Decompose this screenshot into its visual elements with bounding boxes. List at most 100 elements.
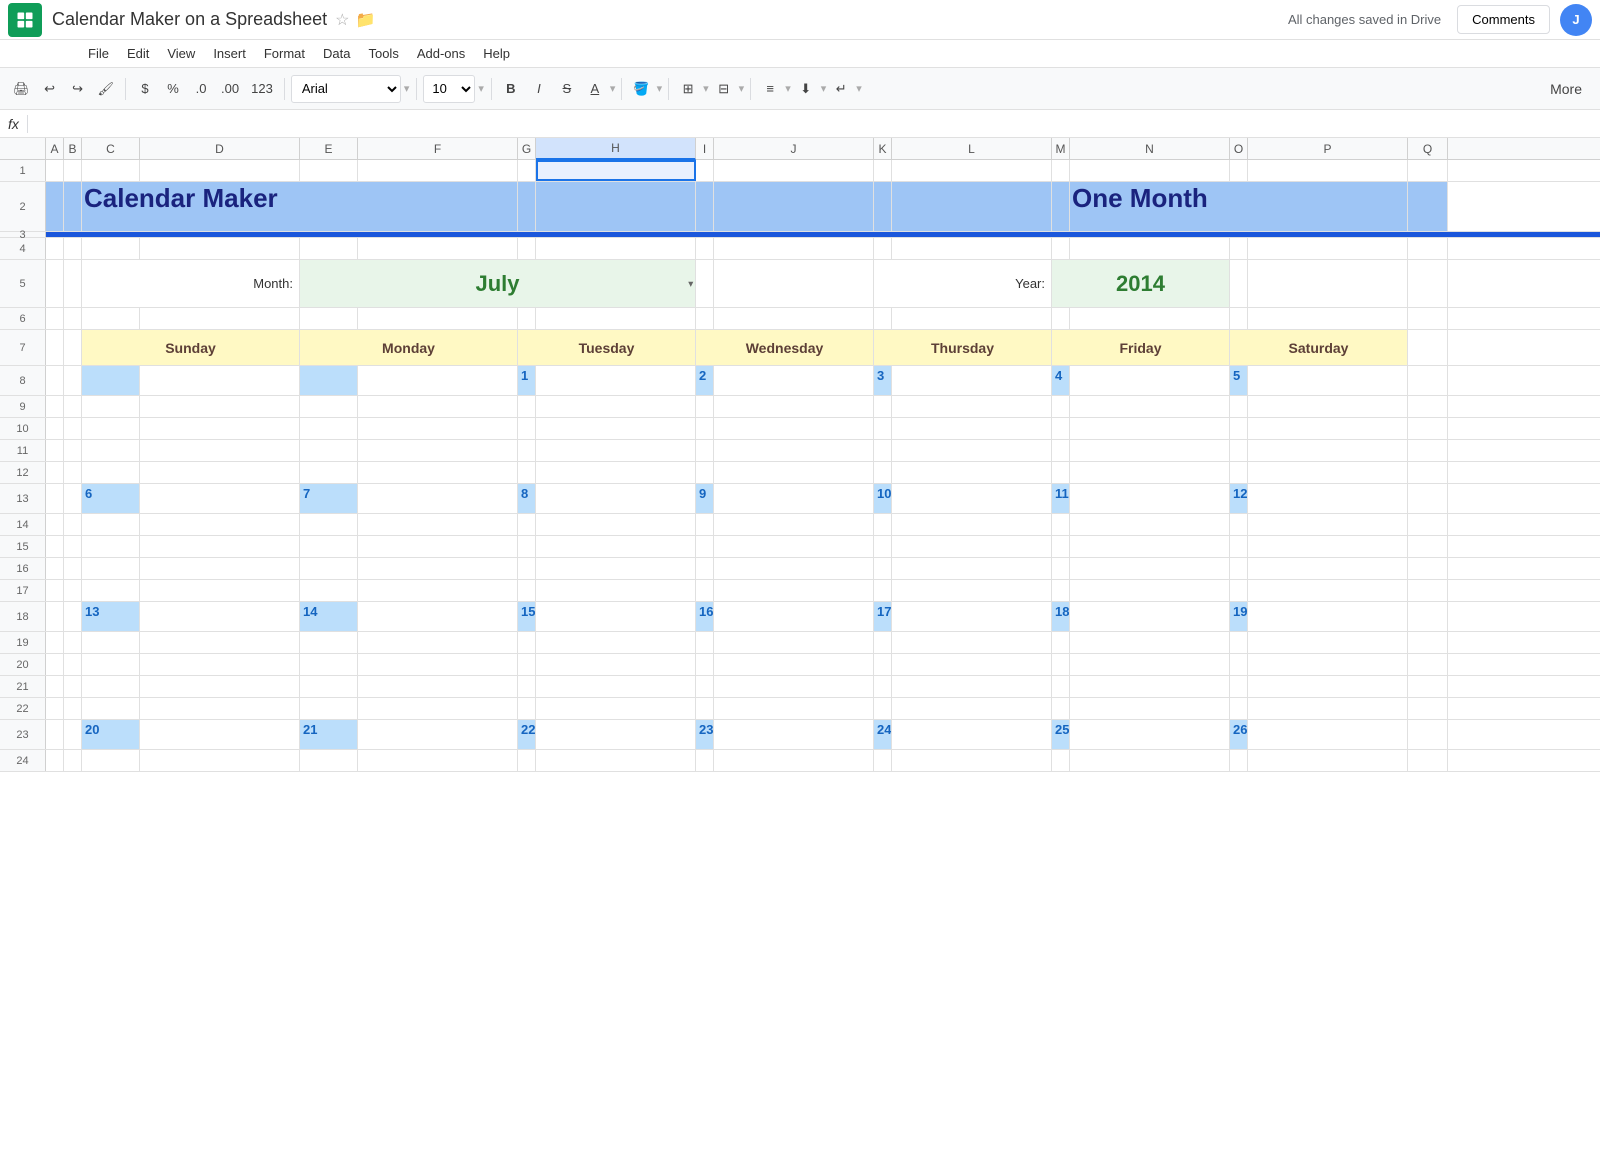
w2-tue-16[interactable] bbox=[518, 558, 536, 579]
menu-format[interactable]: Format bbox=[256, 42, 313, 65]
w1-mon-10[interactable] bbox=[300, 418, 358, 439]
w3-wed-20b[interactable] bbox=[714, 654, 874, 675]
week4-wed-body[interactable] bbox=[714, 720, 874, 749]
w3-wed-22[interactable] bbox=[696, 698, 714, 719]
cell-b8[interactable] bbox=[64, 366, 82, 395]
cell-l1[interactable] bbox=[892, 160, 1052, 181]
w1-tue-10b[interactable] bbox=[536, 418, 696, 439]
w2-sun-17[interactable] bbox=[82, 580, 140, 601]
print-button[interactable]: 🖨 bbox=[8, 75, 35, 103]
week2-sun-body[interactable] bbox=[140, 484, 300, 513]
w1-tue-10[interactable] bbox=[518, 418, 536, 439]
cell-q21[interactable] bbox=[1408, 676, 1448, 697]
cell-q8[interactable] bbox=[1408, 366, 1448, 395]
w1-sat-12[interactable] bbox=[1230, 462, 1248, 483]
cell-j6[interactable] bbox=[714, 308, 874, 329]
w1-sat-11[interactable] bbox=[1230, 440, 1248, 461]
cell-c4[interactable] bbox=[82, 238, 140, 259]
w3-sat-19b[interactable] bbox=[1248, 632, 1408, 653]
w2-thu-15b[interactable] bbox=[892, 536, 1052, 557]
cell-q7[interactable] bbox=[1408, 330, 1448, 365]
cell-b5[interactable] bbox=[64, 260, 82, 307]
col-header-l[interactable]: L bbox=[892, 138, 1052, 160]
week2-thu-body[interactable] bbox=[892, 484, 1052, 513]
w2-fri-15[interactable] bbox=[1052, 536, 1070, 557]
col-header-k[interactable]: K bbox=[874, 138, 892, 160]
cell-h2[interactable] bbox=[536, 182, 696, 231]
cell-a18[interactable] bbox=[46, 602, 64, 631]
week4-sat-body[interactable] bbox=[1248, 720, 1408, 749]
w2-fri-15b[interactable] bbox=[1070, 536, 1230, 557]
w1-thu-10[interactable] bbox=[874, 418, 892, 439]
w3-wed-21b[interactable] bbox=[714, 676, 874, 697]
cell-a2[interactable] bbox=[46, 182, 64, 231]
w1-tue-12[interactable] bbox=[518, 462, 536, 483]
more-button[interactable]: More bbox=[1540, 75, 1592, 103]
bold-button[interactable]: B bbox=[498, 75, 524, 103]
w2-fri-14[interactable] bbox=[1052, 514, 1070, 535]
align-button[interactable]: ≡ bbox=[757, 75, 783, 103]
year-value-cell[interactable]: 2014 bbox=[1052, 260, 1230, 307]
cell-d1[interactable] bbox=[140, 160, 300, 181]
w2-sun-15[interactable] bbox=[82, 536, 140, 557]
cell-q9[interactable] bbox=[1408, 396, 1448, 417]
w2-sat-15b[interactable] bbox=[1248, 536, 1408, 557]
redo-button[interactable]: ↪ bbox=[65, 75, 91, 103]
w3-tue-22[interactable] bbox=[518, 698, 536, 719]
menu-help[interactable]: Help bbox=[475, 42, 518, 65]
week2-mon-body[interactable] bbox=[358, 484, 518, 513]
w3-tue-19[interactable] bbox=[518, 632, 536, 653]
w2-sun-16b[interactable] bbox=[140, 558, 300, 579]
w4-sat-24b[interactable] bbox=[1248, 750, 1408, 771]
cell-b19[interactable] bbox=[64, 632, 82, 653]
w1-thu-9b[interactable] bbox=[892, 396, 1052, 417]
w2-wed-15[interactable] bbox=[696, 536, 714, 557]
cell-q1[interactable] bbox=[1408, 160, 1448, 181]
cell-m1[interactable] bbox=[1052, 160, 1070, 181]
w1-tue-9[interactable] bbox=[518, 396, 536, 417]
w3-fri-21[interactable] bbox=[1052, 676, 1070, 697]
week3-wed-body[interactable] bbox=[714, 602, 874, 631]
cell-a20[interactable] bbox=[46, 654, 64, 675]
underline-button[interactable]: A bbox=[582, 75, 608, 103]
borders-button[interactable]: ⊞ bbox=[675, 75, 701, 103]
cell-a21[interactable] bbox=[46, 676, 64, 697]
w2-fri-16[interactable] bbox=[1052, 558, 1070, 579]
w3-thu-22[interactable] bbox=[874, 698, 892, 719]
cell-a10[interactable] bbox=[46, 418, 64, 439]
cell-a7[interactable] bbox=[46, 330, 64, 365]
cell-calendar-title[interactable]: Calendar Maker bbox=[82, 182, 518, 231]
cell-b24[interactable] bbox=[64, 750, 82, 771]
cell-a22[interactable] bbox=[46, 698, 64, 719]
w2-thu-16[interactable] bbox=[874, 558, 892, 579]
decimal-inc-button[interactable]: .00 bbox=[216, 75, 244, 103]
cell-q23[interactable] bbox=[1408, 720, 1448, 749]
w3-mon-22[interactable] bbox=[300, 698, 358, 719]
w4-mon-24b[interactable] bbox=[358, 750, 518, 771]
merge-cells-button[interactable]: ⊟ bbox=[711, 75, 737, 103]
w4-thu-24b[interactable] bbox=[892, 750, 1052, 771]
cell-a8[interactable] bbox=[46, 366, 64, 395]
w3-sun-22b[interactable] bbox=[140, 698, 300, 719]
w1-mon-11b[interactable] bbox=[358, 440, 518, 461]
w1-fri-12b[interactable] bbox=[1070, 462, 1230, 483]
w1-sun-12[interactable] bbox=[82, 462, 140, 483]
cell-d4[interactable] bbox=[140, 238, 300, 259]
currency-button[interactable]: $ bbox=[132, 75, 158, 103]
w2-sat-14[interactable] bbox=[1230, 514, 1248, 535]
w3-mon-21b[interactable] bbox=[358, 676, 518, 697]
w1-mon-10b[interactable] bbox=[358, 418, 518, 439]
menu-view[interactable]: View bbox=[159, 42, 203, 65]
cell-b4[interactable] bbox=[64, 238, 82, 259]
w3-sun-20[interactable] bbox=[82, 654, 140, 675]
w3-mon-20b[interactable] bbox=[358, 654, 518, 675]
cell-i5[interactable] bbox=[696, 260, 714, 307]
w2-mon-15[interactable] bbox=[300, 536, 358, 557]
cell-q19[interactable] bbox=[1408, 632, 1448, 653]
w4-wed-24[interactable] bbox=[696, 750, 714, 771]
w2-thu-14[interactable] bbox=[874, 514, 892, 535]
col-header-d[interactable]: D bbox=[140, 138, 300, 160]
w1-wed-12b[interactable] bbox=[714, 462, 874, 483]
week1-tue-body[interactable] bbox=[536, 366, 696, 395]
w3-sun-21b[interactable] bbox=[140, 676, 300, 697]
